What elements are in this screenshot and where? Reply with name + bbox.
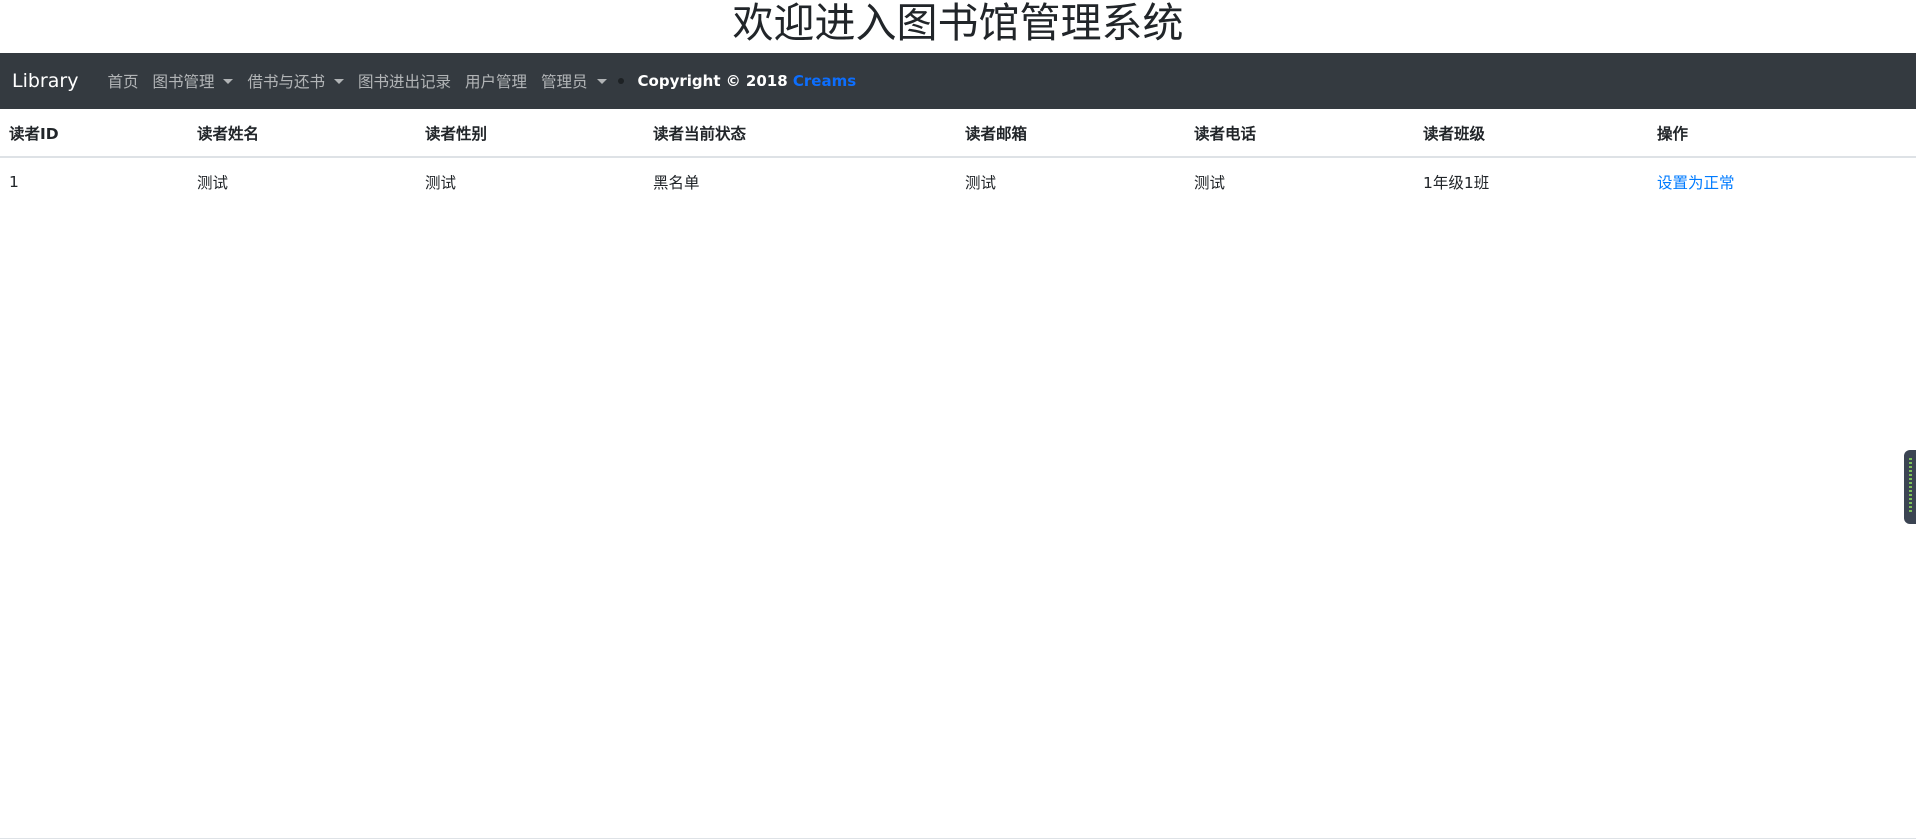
nav-item-label: 首页 [107,73,139,91]
table-header-row: 读者ID 读者姓名 读者性别 读者当前状态 读者邮箱 读者电话 读者班级 操作 [0,109,1916,158]
divider [0,838,1916,839]
caret-down-icon [333,78,344,84]
nav-item-book-management[interactable]: 图书管理 [145,70,240,92]
caret-down-icon [223,78,234,84]
column-header-id: 读者ID [0,109,188,158]
set-normal-link[interactable]: 设置为正常 [1657,174,1735,192]
nav-item-label: 用户管理 [465,73,528,91]
page-title: 欢迎进入图书馆管理系统 [732,0,1184,47]
column-header-status: 读者当前状态 [644,109,956,158]
copyright-text: Copyright © 2018 Creams [638,72,857,90]
side-drag-handle[interactable] [1904,450,1916,524]
column-header-action: 操作 [1648,109,1916,158]
grip-icon [1909,458,1912,514]
column-header-phone: 读者电话 [1185,109,1414,158]
column-header-name: 读者姓名 [188,109,416,158]
brand-link[interactable]: Library [12,70,78,92]
column-header-class: 读者班级 [1414,109,1648,158]
copyright-author-link[interactable]: Creams [793,72,856,90]
cell-reader-phone: 测试 [1194,174,1226,192]
nav-item-home[interactable]: 首页 [100,70,145,92]
top-navbar: Library 首页 图书管理 借书与还书 图书进出记录 用户管理 管理员 Co… [0,53,1916,109]
page: 欢迎进入图书馆管理系统 Library 首页 图书管理 借书与还书 图书进出记录… [0,0,1916,840]
cell-reader-gender: 测试 [425,174,457,192]
nav-item-label: 借书与还书 [247,73,325,91]
copyright-prefix: Copyright © 2018 [637,72,793,90]
cell-action: 设置为正常 [1648,157,1916,206]
cell-reader-status: 黑名单 [653,174,700,192]
nav-item-label: 图书管理 [152,73,215,91]
cell-reader-email: 测试 [965,174,997,192]
nav-item-admin[interactable]: 管理员 [534,70,614,92]
caret-down-icon [596,78,607,84]
cell-reader-class: 1年级1班 [1423,174,1490,192]
nav-item-book-records[interactable]: 图书进出记录 [351,70,458,92]
readers-table: 读者ID 读者姓名 读者性别 读者当前状态 读者邮箱 读者电话 读者班级 操作 … [0,109,1916,206]
nav-item-label: 管理员 [541,73,588,91]
nav-item-user-management[interactable]: 用户管理 [458,70,534,92]
dot-icon [617,78,624,84]
column-header-gender: 读者性别 [416,109,644,158]
table-row: 1 测试 测试 黑名单 测试 测试 1年级1班 设置为正常 [0,157,1916,206]
cell-reader-name: 测试 [197,174,229,192]
column-header-email: 读者邮箱 [956,109,1185,158]
nav-item-label: 图书进出记录 [357,73,451,91]
cell-reader-id: 1 [9,173,19,191]
nav-item-borrow-return[interactable]: 借书与还书 [240,70,351,92]
